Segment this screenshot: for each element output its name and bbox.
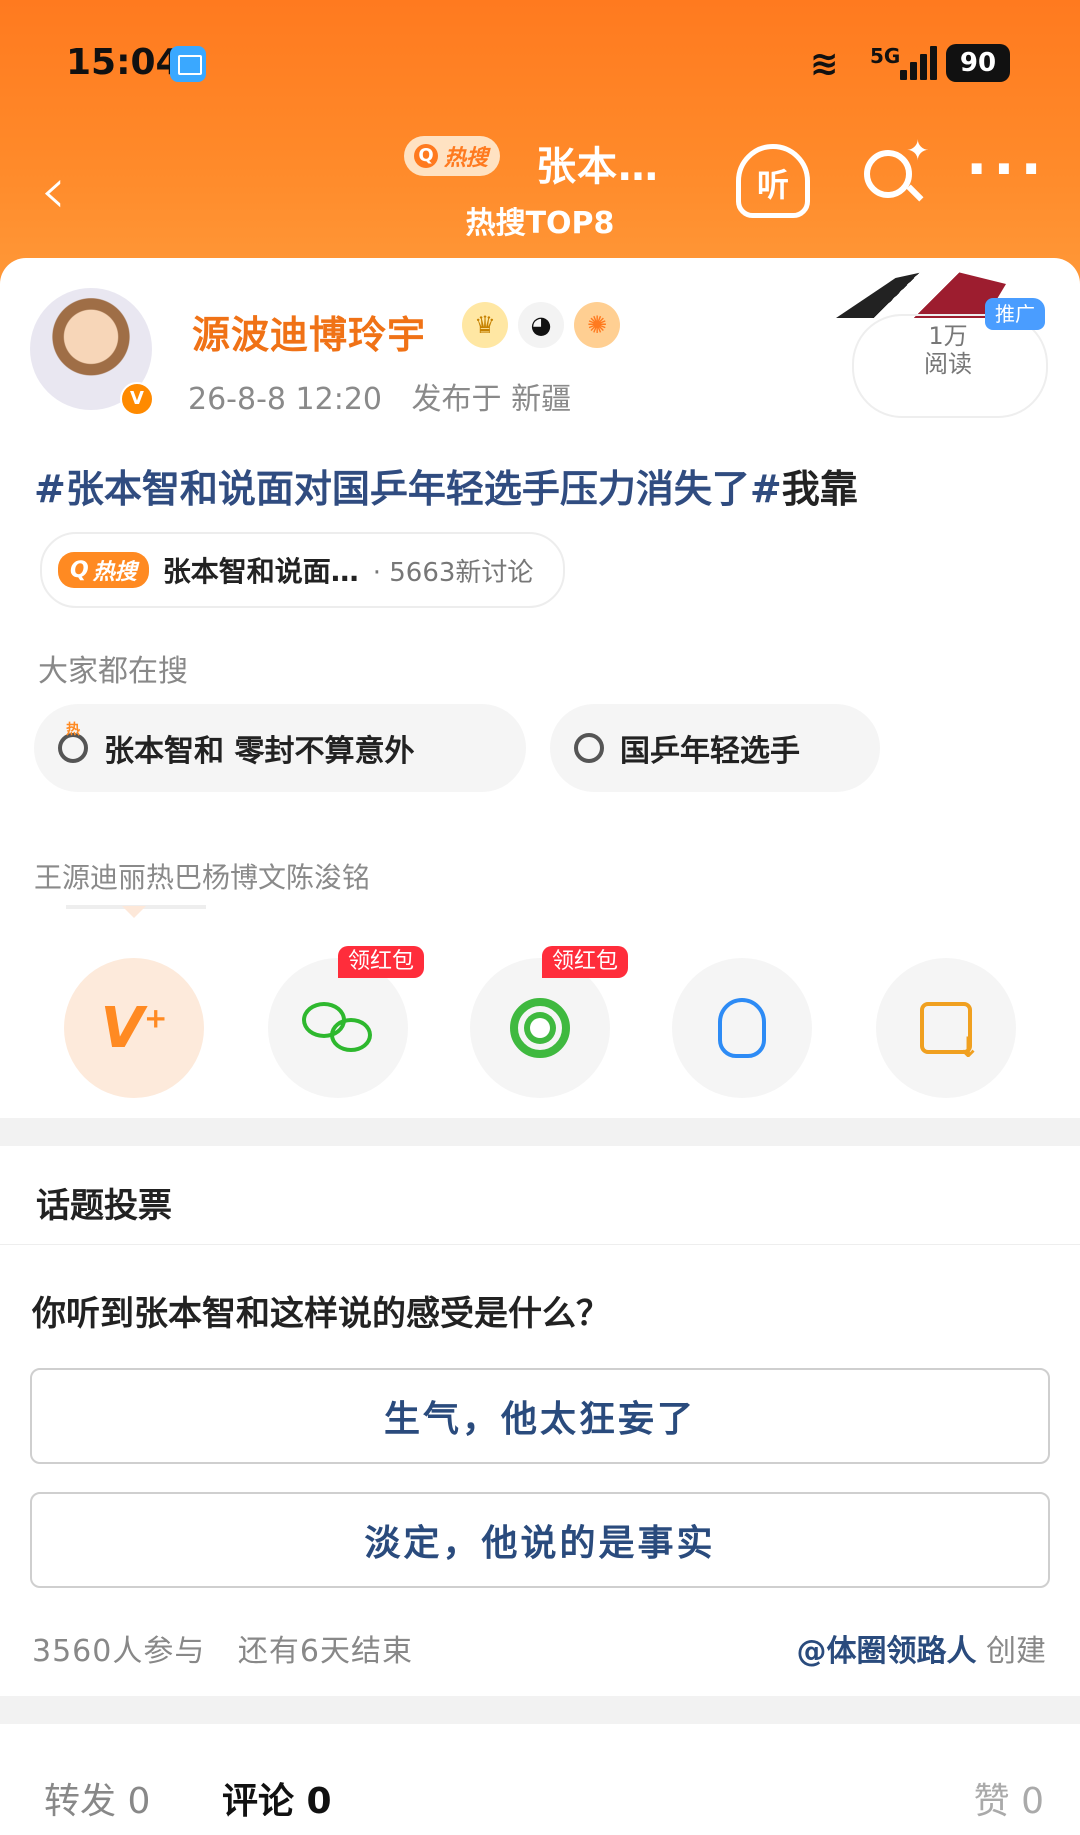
wifi-icon: ≋ [810, 44, 839, 84]
like-tab[interactable]: 赞 0 [974, 1772, 1044, 1824]
vote-section-line [0, 1244, 1080, 1245]
search-icon: Q [414, 144, 438, 168]
related-tags: 王源迪丽热巴杨博文陈浚铭 [34, 861, 371, 894]
search-icon: Q [70, 557, 89, 583]
moments-share-button[interactable] [470, 958, 610, 1098]
network-type: 5G [870, 44, 901, 68]
hot-search-pill[interactable]: Q 热搜 [404, 136, 501, 176]
vplus-icon: V+ [100, 995, 168, 1061]
qq-share-button[interactable] [672, 958, 812, 1098]
author-name[interactable]: 源波迪博玲宇 [192, 304, 426, 359]
search-icon [574, 733, 604, 763]
vote-creator-link[interactable]: @体圈领路人 [796, 1634, 976, 1669]
related-search-chip-2[interactable]: 国乒年轻选手 [550, 704, 880, 792]
reading-app-icon [170, 46, 206, 82]
post-card: V 源波迪博玲宇 ♛ ◕ ✺ 26-8-8 12:20 发布于 新疆 推广 1万… [0, 258, 1080, 1118]
vote-participants: 3560人参与 [32, 1634, 206, 1669]
topic-hashtag[interactable]: #张本智和说面对国乒年轻选手压力消失了# [34, 467, 782, 511]
panda-badge-icon[interactable]: ◕ [518, 302, 564, 348]
user-badges: ♛ ◕ ✺ [462, 302, 620, 348]
vote-option-1[interactable]: 生气，他太狂妄了 [30, 1368, 1050, 1464]
hot-search-icon [58, 719, 88, 763]
hot-search-label: 热搜 [444, 146, 489, 171]
vote-footer-stats: 3560人参与 还有6天结束 [32, 1626, 413, 1670]
qq-icon [718, 998, 766, 1058]
post-meta: 26-8-8 12:20 发布于 新疆 [188, 374, 571, 418]
read-number: 1万 [928, 322, 968, 350]
comment-tab[interactable]: 评论 0 [222, 1772, 332, 1824]
hot-chip-title: 张本智和说面… [162, 555, 359, 588]
wechat-icon [302, 1002, 374, 1054]
repost-tab[interactable]: 转发 0 [44, 1772, 150, 1824]
page-title: 张本… [536, 144, 659, 190]
section-divider [0, 1118, 1080, 1146]
verified-badge-icon: V [120, 382, 154, 416]
hot-chip-meta: · 5663新讨论 [372, 557, 534, 588]
vote-section-title: 话题投票 [36, 1186, 172, 1226]
top-navigation: ‹ Q 热搜 张本… 热搜TOP8 听 ✦ ··· [0, 120, 1080, 270]
related-search-label: 大家都在搜 [38, 654, 188, 689]
vote-option-2[interactable]: 淡定，他说的是事实 [30, 1492, 1050, 1588]
headphones-icon[interactable]: 听 [736, 144, 810, 218]
sparkle-icon: ✦ [906, 134, 930, 167]
save-image-icon [920, 1002, 980, 1064]
moments-redpack-badge: 领红包 [542, 946, 629, 978]
signal-icon [900, 46, 944, 80]
related-search-text-2: 国乒年轻选手 [620, 734, 800, 769]
status-bar: 15:04 ≋ 5G 90 [0, 0, 1080, 120]
status-time: 15:04 [66, 42, 181, 83]
topic-tail: 我靠 [781, 467, 858, 511]
battery-indicator: 90 [946, 44, 1010, 82]
post-time: 26-8-8 12:20 [188, 382, 382, 417]
hot-search-chip[interactable]: Q 热搜 张本智和说面… · 5663新讨论 [40, 532, 566, 608]
hot-search-badge: Q 热搜 [58, 552, 149, 588]
tag-line-arrow [122, 906, 146, 918]
post-action-bar: 转发 0 评论 0 赞 0 [0, 1752, 1080, 1835]
post-topic[interactable]: #张本智和说面对国乒年轻选手压力消失了#我靠 [34, 458, 858, 513]
vote-creator-suffix: 创建 [986, 1634, 1046, 1669]
crown-badge-icon[interactable]: ♛ [462, 302, 508, 348]
vote-remaining: 还有6天结束 [237, 1634, 413, 1669]
more-icon[interactable]: ··· [966, 142, 1048, 198]
wechat-redpack-badge: 领红包 [338, 946, 425, 978]
ai-search-icon[interactable] [864, 150, 912, 198]
fish-badge-icon[interactable]: ✺ [574, 302, 620, 348]
read-count: 1万 阅读 [852, 322, 1044, 378]
page-subtitle: 热搜TOP8 [465, 206, 615, 241]
related-search-text-1: 张本智和 零封不算意外 [104, 734, 415, 769]
save-image-button[interactable] [876, 958, 1016, 1098]
vote-creator: @体圈领路人 创建 [796, 1626, 1046, 1670]
moments-icon [510, 998, 570, 1058]
vplus-share-button[interactable]: V+ [64, 958, 204, 1098]
post-location: 发布于 新疆 [411, 382, 572, 417]
related-search-chip-1[interactable]: 张本智和 零封不算意外 [34, 704, 526, 792]
section-divider [0, 1696, 1080, 1724]
hot-chip-label: 热搜 [92, 560, 137, 585]
vote-question: 你听到张本智和这样说的感受是什么？ [32, 1294, 610, 1334]
wechat-share-button[interactable] [268, 958, 408, 1098]
read-label: 阅读 [924, 350, 972, 378]
ad-decoration-image [836, 268, 1006, 318]
listen-label: 听 [756, 166, 789, 204]
